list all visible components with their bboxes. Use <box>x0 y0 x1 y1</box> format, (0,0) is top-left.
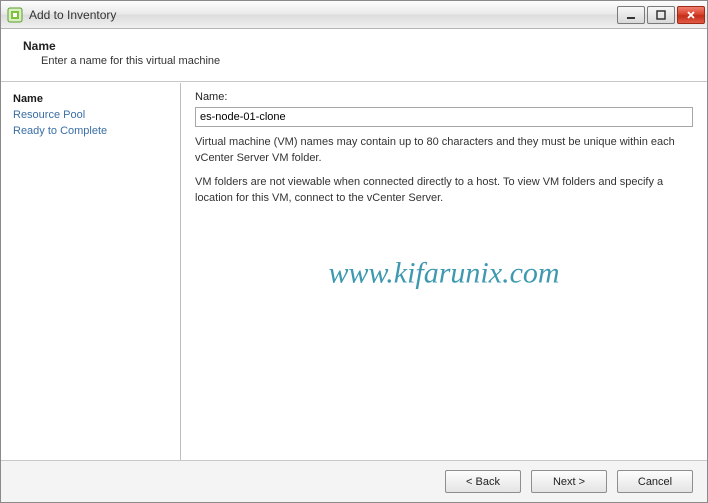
wizard-window: Add to Inventory Name Enter a name for t… <box>0 0 708 503</box>
wizard-header: Name Enter a name for this virtual machi… <box>1 29 707 82</box>
watermark-text: www.kifarunix.com <box>328 256 559 290</box>
step-ready-to-complete[interactable]: Ready to Complete <box>13 123 168 139</box>
minimize-button[interactable] <box>617 6 645 24</box>
maximize-button[interactable] <box>647 6 675 24</box>
cancel-button[interactable]: Cancel <box>617 470 693 493</box>
window-title: Add to Inventory <box>29 8 617 22</box>
app-icon <box>7 7 23 23</box>
wizard-steps-sidebar: Name Resource Pool Ready to Complete <box>1 83 181 460</box>
next-button[interactable]: Next > <box>531 470 607 493</box>
name-hint-2: VM folders are not viewable when connect… <box>195 175 693 207</box>
name-hint-1: Virtual machine (VM) names may contain u… <box>195 135 693 167</box>
wizard-footer: < Back Next > Cancel <box>1 460 707 502</box>
close-button[interactable] <box>677 6 705 24</box>
name-field-label: Name: <box>195 91 693 103</box>
page-subtitle: Enter a name for this virtual machine <box>41 55 691 67</box>
wizard-body: Name Resource Pool Ready to Complete Nam… <box>1 82 707 460</box>
back-button[interactable]: < Back <box>445 470 521 493</box>
page-title: Name <box>23 39 691 53</box>
vm-name-input[interactable] <box>195 107 693 127</box>
window-controls <box>617 6 705 24</box>
titlebar: Add to Inventory <box>1 1 707 29</box>
step-resource-pool[interactable]: Resource Pool <box>13 107 168 123</box>
step-name[interactable]: Name <box>13 91 168 107</box>
wizard-content: Name: Virtual machine (VM) names may con… <box>181 83 707 460</box>
